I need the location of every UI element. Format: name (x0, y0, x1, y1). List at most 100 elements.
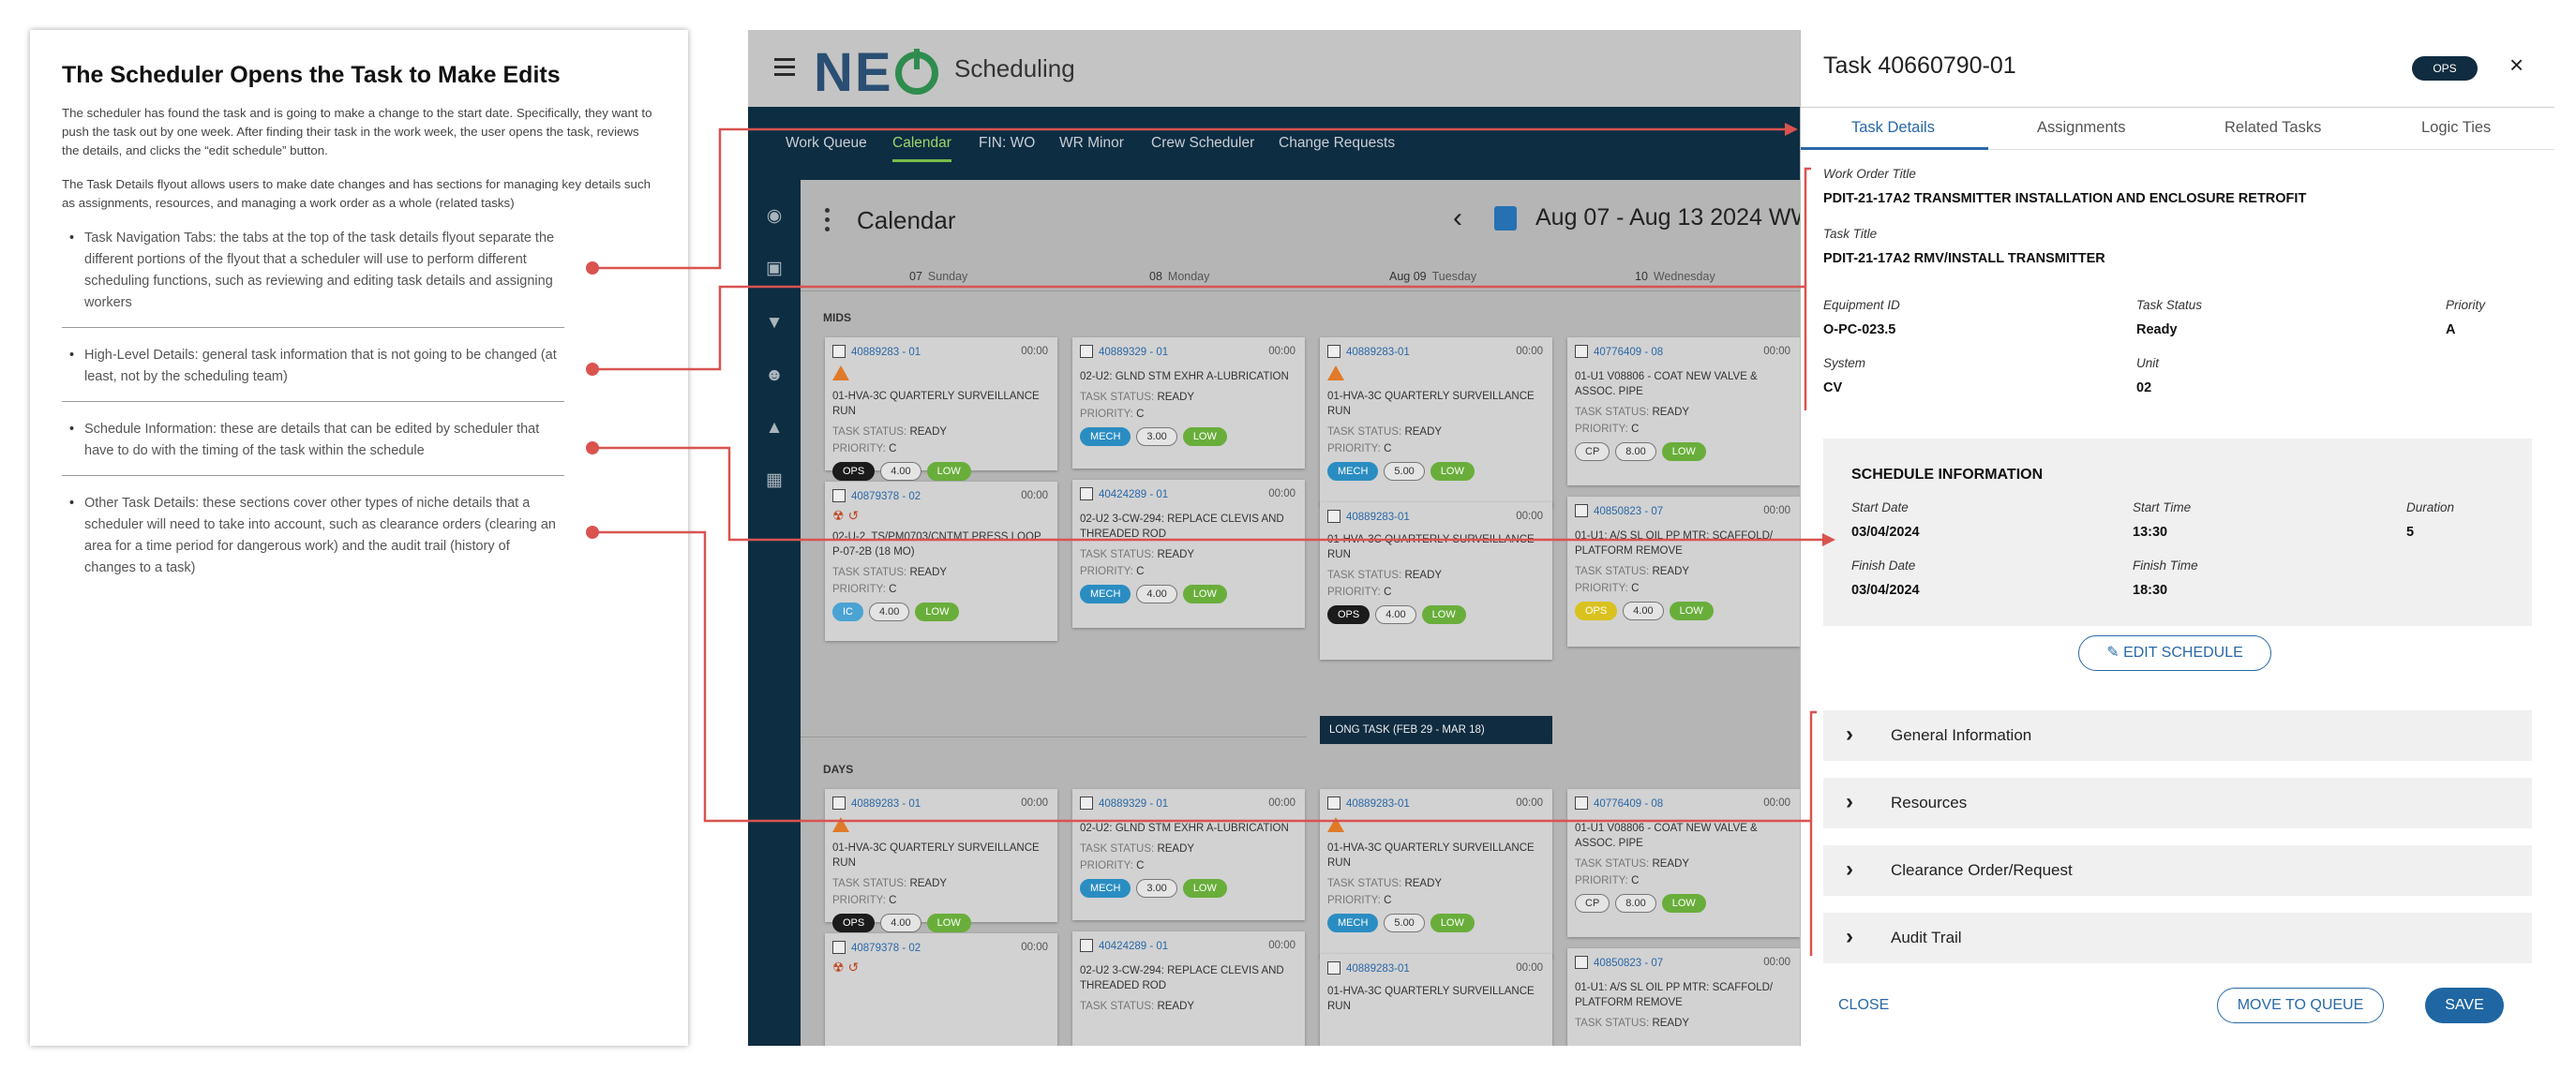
card-checkbox[interactable] (1080, 345, 1093, 358)
nav-crew-scheduler[interactable]: Crew Scheduler (1151, 135, 1254, 152)
logo-text: NE (814, 42, 893, 103)
task-title-label: Task Title (1823, 227, 1878, 241)
start-time-label: Start Time (2133, 500, 2192, 514)
save-icon[interactable]: ▣ (764, 259, 785, 279)
task-card[interactable]: 40879378 - 02 00:00 ☢ ↺ 02-U-2, TS/PM0703… (825, 482, 1057, 641)
accordion-resources[interactable]: › Resources (1823, 778, 2532, 828)
nav-calendar[interactable]: Calendar (892, 135, 951, 162)
document-paragraph-1: The scheduler has found the task and is … (62, 106, 652, 157)
calendar-picker-icon[interactable] (1494, 206, 1517, 231)
task-card[interactable]: 40850823 - 07 00:00 01-U1: A/S SL OIL PP … (1567, 497, 1800, 647)
card-checkbox[interactable] (832, 489, 846, 502)
close-button[interactable]: CLOSE (1838, 997, 1889, 1014)
radiation-icon: ☢ ↺ (832, 508, 860, 523)
close-icon[interactable]: × (2509, 51, 2524, 80)
edit-schedule-label: EDIT SCHEDULE (2123, 645, 2243, 661)
schedule-information: SCHEDULE INFORMATION Start Date 03/04/20… (1823, 439, 2532, 626)
start-date-value: 03/04/2024 (1851, 525, 1920, 540)
priority-value: A (2446, 322, 2456, 337)
long-task-bar[interactable]: LONG TASK (FEB 29 - MAR 18) (1320, 716, 1552, 744)
status-label: Task Status (2136, 298, 2203, 312)
finish-date-label: Finish Date (1851, 558, 1916, 573)
task-card[interactable]: 40889329 - 01 00:00 02-U2: GLND STM EXHR … (1072, 789, 1305, 920)
task-card[interactable]: 40776409 - 08 00:00 01-U1 V08806 - COAT N… (1567, 337, 1800, 485)
card-checkbox[interactable] (832, 345, 846, 358)
nav-change-requests[interactable]: Change Requests (1279, 135, 1395, 152)
task-card[interactable]: 40889283-01 00:00 01-HVA-3C QUARTERLY SUR… (1320, 502, 1552, 660)
section-mids: MIDS (823, 311, 851, 324)
people-icon[interactable]: ☻ (764, 365, 785, 386)
day-header-sunday: 07 Sunday (909, 270, 968, 283)
tab-task-details[interactable]: Task Details (1851, 119, 1935, 137)
task-card[interactable]: 40889283-01 00:00 01-HVA-3C QUARTERLY SUR… (1320, 789, 1552, 958)
eye-icon[interactable]: ◉ (764, 206, 785, 227)
card-checkbox[interactable] (1575, 797, 1588, 810)
active-tab-indicator (1801, 147, 1988, 150)
nav-wr-minor[interactable]: WR Minor (1059, 135, 1124, 152)
date-range: Aug 07 - Aug 13 2024 WW (1535, 204, 1800, 231)
card-checkbox[interactable] (1575, 956, 1588, 969)
accordion-general-information[interactable]: › General Information (1823, 710, 2532, 761)
task-card[interactable]: 40889283 - 01 00:00 01-HVA-3C QUARTERLY S… (825, 789, 1057, 932)
chevron-right-icon: › (1846, 722, 1853, 747)
card-checkbox[interactable] (1327, 961, 1340, 975)
chevron-right-icon: › (1846, 856, 1853, 882)
callout-bullet-high-level: High-Level Details: general task informa… (62, 345, 564, 402)
save-button[interactable]: SAVE (2425, 988, 2504, 1023)
card-checkbox[interactable] (1080, 797, 1093, 810)
task-card[interactable]: 40424289 - 01 00:00 02-U2 3-CW-294: REPLA… (1072, 480, 1305, 628)
finish-time-value: 18:30 (2133, 583, 2168, 598)
task-card[interactable]: 40889283 - 01 00:00 01-HVA-3C QUARTERLY S… (825, 337, 1057, 481)
kebab-menu-icon[interactable] (825, 208, 831, 232)
system-value: CV (1823, 380, 1843, 395)
task-card[interactable]: 40879378 - 02 00:00 ☢ ↺ (825, 933, 1057, 1046)
equipment-label: Equipment ID (1823, 298, 1900, 312)
tab-related-tasks[interactable]: Related Tasks (2224, 119, 2321, 137)
task-title-value: PDIT-21-17A2 RMV/INSTALL TRANSMITTER (1823, 251, 2105, 266)
tab-assignments[interactable]: Assignments (2037, 119, 2125, 137)
tab-logic-ties[interactable]: Logic Ties (2421, 119, 2491, 137)
calendar-icon[interactable]: ▦ (764, 470, 785, 491)
system-label: System (1823, 356, 1866, 370)
hamburger-menu-icon[interactable] (774, 58, 795, 77)
calendar-view: Calendar ‹ Aug 07 - Aug 13 2024 WW 07 Sun… (801, 180, 1800, 1046)
task-card[interactable]: 40424289 - 01 00:00 02-U2 3-CW-294: REPLA… (1072, 931, 1305, 1046)
card-checkbox[interactable] (832, 797, 846, 810)
card-checkbox[interactable] (1327, 510, 1340, 523)
chevron-left-icon[interactable]: ‹ (1453, 202, 1462, 234)
card-checkbox[interactable] (1080, 487, 1093, 500)
flyout-title: Task 40660790-01 (1823, 52, 2016, 79)
callout-bullet-nav-tabs: Task Navigation Tabs: the tabs at the to… (62, 228, 564, 328)
scheduling-app: NE Scheduling Work Queue Calendar FIN: W… (748, 30, 1800, 1046)
status-value: Ready (2136, 322, 2178, 337)
warning-icon (1327, 817, 1344, 832)
document-title: The Scheduler Opens the Task to Make Edi… (62, 62, 561, 88)
filter-icon[interactable]: ▼ (764, 313, 785, 334)
edit-schedule-button[interactable]: ✎ EDIT SCHEDULE (2078, 635, 2271, 671)
main-nav: Work Queue Calendar FIN: WO WR Minor Cre… (748, 107, 1800, 180)
move-to-queue-button[interactable]: MOVE TO QUEUE (2217, 988, 2384, 1023)
nav-work-queue[interactable]: Work Queue (786, 135, 867, 152)
task-card[interactable]: 40850823 - 07 00:00 01-U1: A/S SL OIL PP … (1567, 948, 1800, 1046)
task-card[interactable]: 40889283-01 00:00 01-HVA-3C QUARTERLY SUR… (1320, 954, 1552, 1046)
nav-fin-wo[interactable]: FIN: WO (979, 135, 1035, 152)
card-checkbox[interactable] (1327, 345, 1340, 358)
warning-icon[interactable]: ▲ (764, 418, 785, 439)
task-card[interactable]: 40889283-01 00:00 01-HVA-3C QUARTERLY SUR… (1320, 337, 1552, 506)
warning-icon (832, 365, 849, 380)
day-header-tuesday: Aug 09 Tuesday (1389, 270, 1477, 283)
card-checkbox[interactable] (1575, 345, 1588, 358)
accordion-clearance-order[interactable]: › Clearance Order/Request (1823, 845, 2532, 896)
card-checkbox[interactable] (1327, 797, 1340, 810)
card-checkbox[interactable] (1080, 939, 1093, 952)
card-checkbox[interactable] (1575, 504, 1588, 517)
finish-date-value: 03/04/2024 (1851, 583, 1920, 598)
start-date-label: Start Date (1851, 500, 1909, 514)
task-card[interactable]: 40889329 - 01 00:00 02-U2: GLND STM EXHR … (1072, 337, 1305, 469)
day-header-wednesday: 10 Wednesday (1635, 270, 1715, 283)
wo-title-label: Work Order Title (1823, 167, 1916, 181)
accordion-audit-trail[interactable]: › Audit Trail (1823, 913, 2532, 963)
task-card[interactable]: 40776409 - 08 00:00 01-U1 V08806 - COAT N… (1567, 789, 1800, 937)
card-checkbox[interactable] (832, 941, 846, 954)
power-icon (894, 49, 938, 95)
